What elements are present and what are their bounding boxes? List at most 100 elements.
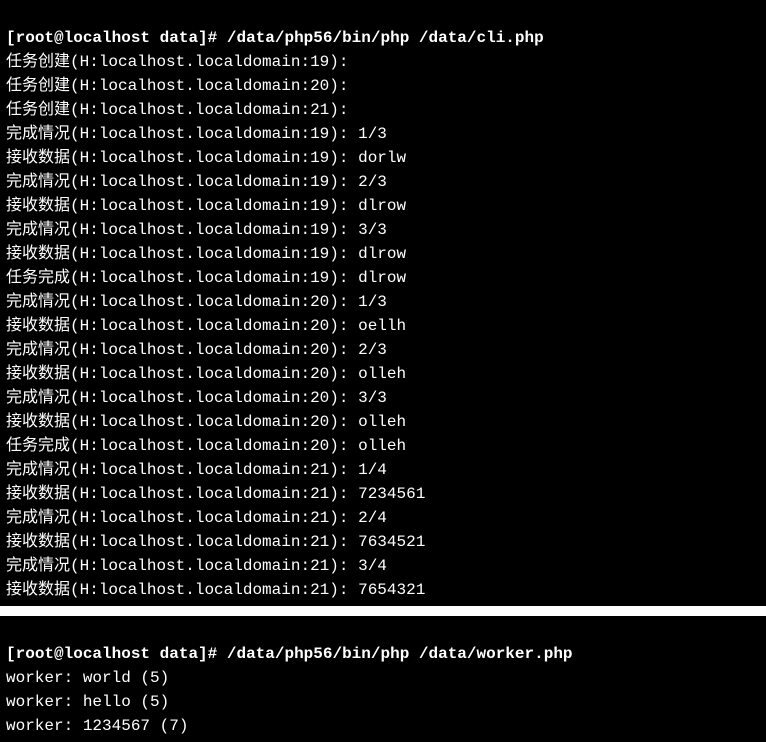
- output-line: 任务完成(H:localhost.localdomain:20): olleh: [6, 434, 760, 458]
- log-value: 1/3: [358, 293, 387, 311]
- log-id: 21: [310, 485, 329, 503]
- log-id: 20: [310, 413, 329, 431]
- log-sep: :: [339, 173, 358, 191]
- prompt-line: [root@localhost data]# /data/php56/bin/p…: [6, 642, 760, 666]
- output-line: worker: hello (5): [6, 690, 760, 714]
- log-sep: :: [339, 341, 358, 359]
- log-value: dlrow: [358, 269, 406, 287]
- log-label: 接收数据: [6, 149, 70, 167]
- log-id: 21: [310, 557, 329, 575]
- output-line: 完成情况(H:localhost.localdomain:20): 2/3: [6, 338, 760, 362]
- log-label: 完成情况: [6, 293, 70, 311]
- log-host: H:localhost.localdomain: [80, 341, 301, 359]
- log-id: 20: [310, 341, 329, 359]
- log-host: H:localhost.localdomain: [80, 245, 301, 263]
- log-label: 完成情况: [6, 341, 70, 359]
- log-value: 2/3: [358, 173, 387, 191]
- log-host: H:localhost.localdomain: [80, 461, 301, 479]
- output-line: 完成情况(H:localhost.localdomain:21): 3/4: [6, 554, 760, 578]
- log-id: 19: [310, 53, 329, 71]
- terminal-worker-output[interactable]: [root@localhost data]# /data/php56/bin/p…: [0, 616, 766, 742]
- output-line: 任务创建(H:localhost.localdomain:19):: [6, 50, 760, 74]
- log-sep: :: [339, 149, 358, 167]
- output-line: 接收数据(H:localhost.localdomain:19): dlrow: [6, 194, 760, 218]
- log-sep: :: [339, 293, 358, 311]
- log-sep: :: [339, 413, 358, 431]
- log-label: 完成情况: [6, 461, 70, 479]
- output-line: 接收数据(H:localhost.localdomain:21): 723456…: [6, 482, 760, 506]
- log-sep: :: [339, 101, 349, 119]
- output-line: 完成情况(H:localhost.localdomain:19): 2/3: [6, 170, 760, 194]
- log-id: 20: [310, 317, 329, 335]
- log-value: 2/4: [358, 509, 387, 527]
- prompt-open: [: [6, 29, 16, 47]
- log-id: 21: [310, 581, 329, 599]
- log-host: H:localhost.localdomain: [80, 533, 301, 551]
- log-host: H:localhost.localdomain: [80, 581, 301, 599]
- output-line: 完成情况(H:localhost.localdomain:20): 1/3: [6, 290, 760, 314]
- log-host: H:localhost.localdomain: [80, 509, 301, 527]
- log-sep: :: [339, 581, 358, 599]
- prompt-line: [root@localhost data]# /data/php56/bin/p…: [6, 26, 760, 50]
- output-line: 接收数据(H:localhost.localdomain:20): oellh: [6, 314, 760, 338]
- log-host: H:localhost.localdomain: [80, 293, 301, 311]
- log-id: 19: [310, 245, 329, 263]
- log-id: 19: [310, 125, 329, 143]
- output-line: 接收数据(H:localhost.localdomain:20): olleh: [6, 362, 760, 386]
- log-value: 7634521: [358, 533, 425, 551]
- log-value: olleh: [358, 413, 406, 431]
- log-sep: :: [339, 461, 358, 479]
- prompt-user-host: root@localhost: [16, 29, 150, 47]
- prompt-command: /data/php56/bin/php /data/worker.php: [227, 645, 573, 663]
- log-host: H:localhost.localdomain: [80, 317, 301, 335]
- output-line: worker: 1234567 (7): [6, 714, 760, 738]
- log-id: 21: [310, 101, 329, 119]
- prompt-open: [: [6, 645, 16, 663]
- log-label: 任务创建: [6, 77, 70, 95]
- output-line: 接收数据(H:localhost.localdomain:19): dorlw: [6, 146, 760, 170]
- log-sep: :: [339, 557, 358, 575]
- log-sep: :: [339, 77, 349, 95]
- log-value: dorlw: [358, 149, 406, 167]
- output-line: 接收数据(H:localhost.localdomain:21): 765432…: [6, 578, 760, 602]
- output-line: 完成情况(H:localhost.localdomain:19): 1/3: [6, 122, 760, 146]
- log-text: worker: 1234567 (7): [6, 717, 188, 735]
- log-host: H:localhost.localdomain: [80, 77, 301, 95]
- output-line: 完成情况(H:localhost.localdomain:21): 1/4: [6, 458, 760, 482]
- log-sep: :: [339, 197, 358, 215]
- log-label: 完成情况: [6, 125, 70, 143]
- log-sep: :: [339, 125, 358, 143]
- log-host: H:localhost.localdomain: [80, 101, 301, 119]
- output-line: 任务完成(H:localhost.localdomain:19): dlrow: [6, 266, 760, 290]
- log-value: olleh: [358, 437, 406, 455]
- terminal-cli-output[interactable]: [root@localhost data]# /data/php56/bin/p…: [0, 0, 766, 606]
- log-host: H:localhost.localdomain: [80, 557, 301, 575]
- log-id: 20: [310, 389, 329, 407]
- log-id: 20: [310, 365, 329, 383]
- log-label: 接收数据: [6, 317, 70, 335]
- log-sep: :: [339, 221, 358, 239]
- output-line: 接收数据(H:localhost.localdomain:21): 763452…: [6, 530, 760, 554]
- log-value: 3/4: [358, 557, 387, 575]
- log-id: 21: [310, 461, 329, 479]
- log-id: 19: [310, 269, 329, 287]
- output-line: 完成情况(H:localhost.localdomain:19): 3/3: [6, 218, 760, 242]
- log-host: H:localhost.localdomain: [80, 269, 301, 287]
- log-label: 接收数据: [6, 485, 70, 503]
- log-sep: :: [339, 533, 358, 551]
- log-id: 21: [310, 533, 329, 551]
- log-label: 任务完成: [6, 437, 70, 455]
- log-sep: :: [339, 509, 358, 527]
- log-sep: :: [339, 245, 358, 263]
- log-sep: :: [339, 317, 358, 335]
- log-label: 接收数据: [6, 581, 70, 599]
- log-value: 3/3: [358, 389, 387, 407]
- log-id: 19: [310, 173, 329, 191]
- log-value: 7654321: [358, 581, 425, 599]
- log-id: 20: [310, 293, 329, 311]
- log-label: 接收数据: [6, 413, 70, 431]
- output-line: worker: world (5): [6, 666, 760, 690]
- log-label: 接收数据: [6, 365, 70, 383]
- log-label: 任务创建: [6, 53, 70, 71]
- output-line: 完成情况(H:localhost.localdomain:20): 3/3: [6, 386, 760, 410]
